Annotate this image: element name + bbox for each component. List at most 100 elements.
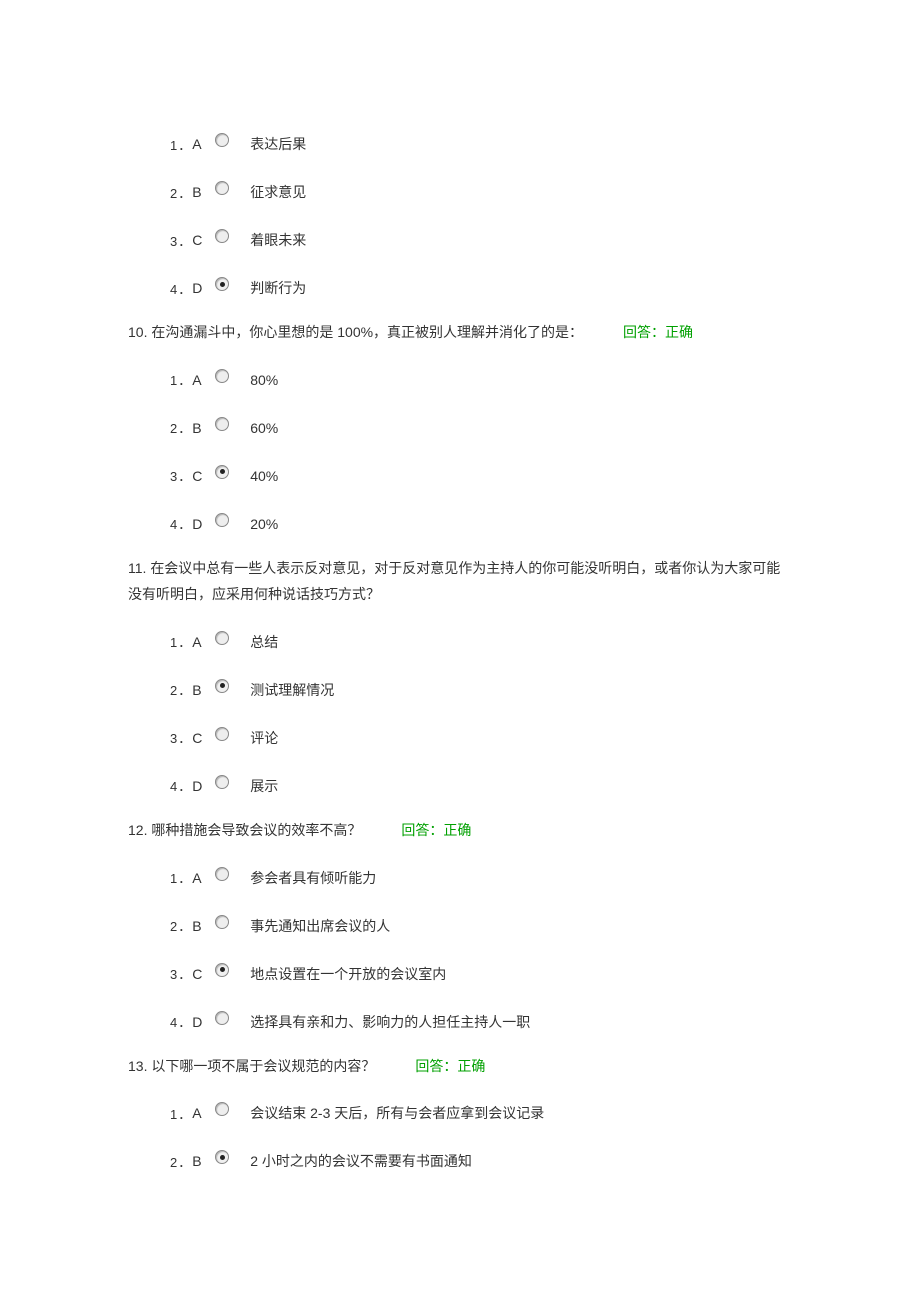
radio-button[interactable] xyxy=(214,228,230,244)
options-block: 1．A总结2．B测试理解情况3．C评论4．D展示 xyxy=(128,632,792,796)
radio-button[interactable] xyxy=(214,630,230,646)
options-block: 1．A参会者具有倾听能力2．B事先通知出席会议的人3．C地点设置在一个开放的会议… xyxy=(128,868,792,1032)
option-row: 4．D20% xyxy=(170,514,792,534)
option-row: 3．C 40% xyxy=(170,466,792,486)
radio-dot-icon xyxy=(220,469,225,474)
option-index: 1． xyxy=(170,868,192,887)
answer-feedback: 回答：正确 xyxy=(401,822,471,838)
question-text: 13. 以下哪一项不属于会议规范的内容？ xyxy=(128,1058,375,1074)
radio-button[interactable] xyxy=(214,180,230,196)
option-index: 3． xyxy=(170,466,192,485)
radio-button[interactable] xyxy=(214,416,230,432)
radio-unselected-icon xyxy=(215,775,229,789)
radio-selected-icon xyxy=(215,277,229,291)
quiz-page: 1．A表达后果2．B征求意见3．C着眼未来4．D判断行为10. 在沟通漏斗中，你… xyxy=(0,0,920,1239)
radio-unselected-icon xyxy=(215,417,229,431)
radio-selected-icon xyxy=(215,679,229,693)
option-index: 3． xyxy=(170,231,192,250)
option-index: 2． xyxy=(170,916,192,935)
option-row: 1．A 表达后果 xyxy=(170,134,792,154)
option-letter: A xyxy=(192,870,210,886)
option-text: 表达后果 xyxy=(250,134,306,154)
radio-button[interactable] xyxy=(214,1149,230,1165)
radio-button[interactable] xyxy=(214,726,230,742)
option-text: 40% xyxy=(250,468,278,484)
option-letter: B xyxy=(192,420,210,436)
radio-button[interactable] xyxy=(214,464,230,480)
option-index: 2． xyxy=(170,418,192,437)
option-letter: A xyxy=(192,634,210,650)
radio-unselected-icon xyxy=(215,133,229,147)
options-block: 1．A表达后果2．B征求意见3．C着眼未来4．D判断行为 xyxy=(128,134,792,298)
radio-unselected-icon xyxy=(215,727,229,741)
option-text: 总结 xyxy=(250,632,278,652)
option-row: 3．C评论 xyxy=(170,728,792,748)
option-text: 地点设置在一个开放的会议室内 xyxy=(250,964,446,984)
radio-selected-icon xyxy=(215,963,229,977)
answer-feedback: 回答：正确 xyxy=(623,324,693,340)
radio-unselected-icon xyxy=(215,867,229,881)
option-row: 2．B 60% xyxy=(170,418,792,438)
option-text: 展示 xyxy=(250,776,278,796)
option-row: 4．D选择具有亲和力、影响力的人担任主持人一职 xyxy=(170,1012,792,1032)
option-text: 判断行为 xyxy=(250,278,306,298)
radio-button[interactable] xyxy=(214,774,230,790)
option-letter: A xyxy=(192,1105,210,1121)
question-prompt: 10. 在沟通漏斗中，你心里想的是 100%，真正被别人理解并消化了的是： 回答：… xyxy=(128,320,792,346)
radio-button[interactable] xyxy=(214,962,230,978)
radio-dot-icon xyxy=(220,282,225,287)
option-row: 4．D判断行为 xyxy=(170,278,792,298)
radio-button[interactable] xyxy=(214,866,230,882)
radio-unselected-icon xyxy=(215,369,229,383)
option-row: 2．B2 小时之内的会议不需要有书面通知 xyxy=(170,1151,792,1171)
radio-button[interactable] xyxy=(214,1010,230,1026)
options-block: 1．A80% 2．B 60% 3．C 40% 4．D20% xyxy=(128,370,792,534)
answer-feedback: 回答：正确 xyxy=(415,1058,485,1074)
radio-button[interactable] xyxy=(214,368,230,384)
option-row: 1．A80% xyxy=(170,370,792,390)
option-letter: B xyxy=(192,184,210,200)
question-text: 12. 哪种措施会导致会议的效率不高？ xyxy=(128,822,361,838)
option-index: 2． xyxy=(170,183,192,202)
option-index: 1． xyxy=(170,135,192,154)
option-index: 4． xyxy=(170,1012,192,1031)
radio-button[interactable] xyxy=(214,276,230,292)
radio-selected-icon xyxy=(215,465,229,479)
option-row: 1．A会议结束 2-3 天后，所有与会者应拿到会议记录 xyxy=(170,1103,792,1123)
radio-dot-icon xyxy=(220,683,225,688)
radio-button[interactable] xyxy=(214,512,230,528)
option-text: 参会者具有倾听能力 xyxy=(250,868,376,888)
radio-unselected-icon xyxy=(215,229,229,243)
option-row: 2．B测试理解情况 xyxy=(170,680,792,700)
option-letter: A xyxy=(192,136,210,152)
question-text: 10. 在沟通漏斗中，你心里想的是 100%，真正被别人理解并消化了的是： xyxy=(128,324,583,340)
option-row: 1．A 总结 xyxy=(170,632,792,652)
option-text: 2 小时之内的会议不需要有书面通知 xyxy=(250,1151,472,1171)
radio-dot-icon xyxy=(220,967,225,972)
radio-unselected-icon xyxy=(215,513,229,527)
option-text: 会议结束 2-3 天后，所有与会者应拿到会议记录 xyxy=(250,1103,544,1123)
option-letter: C xyxy=(192,730,210,746)
radio-unselected-icon xyxy=(215,1011,229,1025)
option-index: 1． xyxy=(170,370,192,389)
option-letter: B xyxy=(192,918,210,934)
option-row: 4．D展示 xyxy=(170,776,792,796)
option-text: 评论 xyxy=(250,728,278,748)
option-row: 3．C着眼未来 xyxy=(170,230,792,250)
option-row: 2．B事先通知出席会议的人 xyxy=(170,916,792,936)
option-index: 2． xyxy=(170,1152,192,1171)
option-letter: D xyxy=(192,778,210,794)
option-letter: D xyxy=(192,280,210,296)
radio-button[interactable] xyxy=(214,1101,230,1117)
option-index: 2． xyxy=(170,680,192,699)
radio-unselected-icon xyxy=(215,1102,229,1116)
option-text: 60% xyxy=(250,420,278,436)
radio-button[interactable] xyxy=(214,678,230,694)
radio-button[interactable] xyxy=(214,132,230,148)
option-letter: C xyxy=(192,468,210,484)
radio-button[interactable] xyxy=(214,914,230,930)
radio-selected-icon xyxy=(215,1150,229,1164)
option-index: 4． xyxy=(170,514,192,533)
option-index: 1． xyxy=(170,632,192,651)
radio-unselected-icon xyxy=(215,915,229,929)
